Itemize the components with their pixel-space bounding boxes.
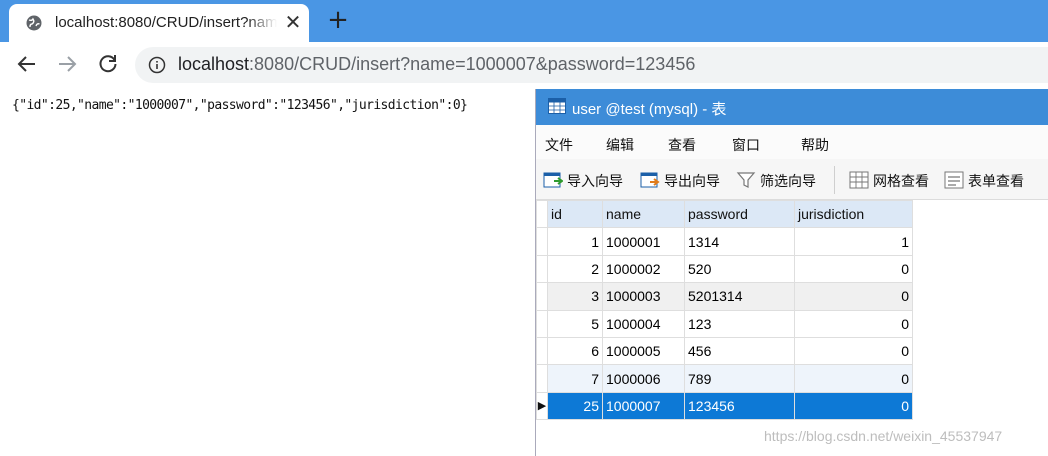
table-row[interactable]: 1 1000001 1314 1 bbox=[536, 227, 913, 256]
export-wizard-label: 导出向导 bbox=[664, 174, 720, 190]
cell-id[interactable]: 6 bbox=[547, 336, 603, 366]
cell-name[interactable]: 1000001 bbox=[602, 227, 685, 256]
menu-window[interactable]: 窗口 bbox=[732, 135, 760, 155]
row-marker bbox=[536, 254, 548, 284]
json-response: {"id":25,"name":"1000007","password":"12… bbox=[12, 98, 468, 113]
cell-id[interactable]: 2 bbox=[547, 254, 603, 284]
header-row: id name password jurisdiction bbox=[536, 199, 913, 229]
menu-bar: 文件 编辑 查看 窗口 帮助 bbox=[536, 125, 1048, 159]
url-host: localhost bbox=[178, 54, 250, 74]
new-tab-button[interactable]: + bbox=[325, 7, 351, 33]
cell-jurisdiction[interactable]: 0 bbox=[794, 364, 913, 393]
cell-password[interactable]: 123456 bbox=[684, 391, 795, 421]
column-header-id[interactable]: id bbox=[547, 199, 603, 229]
close-tab-icon[interactable]: ✕ bbox=[281, 10, 305, 34]
selected-row-marker-icon: ▶ bbox=[536, 391, 548, 421]
navicat-window: user @test (mysql) - 表 文件 编辑 查看 窗口 帮助 导入… bbox=[535, 89, 1048, 456]
form-view-label: 表单查看 bbox=[968, 174, 1024, 190]
tab-title: localhost:8080/CRUD/insert?name=1000007&… bbox=[55, 14, 277, 31]
column-header-name[interactable]: name bbox=[602, 199, 685, 229]
row-marker-header bbox=[536, 199, 548, 229]
back-arrow-icon[interactable] bbox=[15, 52, 39, 76]
browser-toolbar: localhost:8080/CRUD/insert?name=1000007&… bbox=[0, 42, 1048, 89]
column-header-password[interactable]: password bbox=[684, 199, 795, 229]
url-path: :8080/CRUD/insert?name=1000007&password=… bbox=[249, 54, 696, 74]
table-row[interactable]: 3 1000003 5201314 0 bbox=[536, 282, 913, 311]
cell-name[interactable]: 1000007 bbox=[602, 391, 685, 421]
export-icon bbox=[640, 172, 660, 188]
table-row-selected[interactable]: ▶ 25 1000007 123456 0 bbox=[536, 391, 913, 421]
cell-id[interactable]: 1 bbox=[547, 227, 603, 256]
watermark: https://blog.csdn.net/weixin_45537947 bbox=[764, 428, 1003, 444]
cell-name[interactable]: 1000003 bbox=[602, 282, 685, 311]
cell-jurisdiction[interactable]: 0 bbox=[794, 391, 913, 421]
cell-jurisdiction[interactable]: 0 bbox=[794, 336, 913, 366]
cell-jurisdiction[interactable]: 0 bbox=[794, 282, 913, 311]
cell-name[interactable]: 1000006 bbox=[602, 364, 685, 393]
navicat-titlebar: user @test (mysql) - 表 bbox=[536, 89, 1048, 125]
filter-wizard-label: 筛选向导 bbox=[760, 174, 816, 190]
table-row[interactable]: 5 1000004 123 0 bbox=[536, 309, 913, 338]
user-table: id name password jurisdiction 1 1000001 … bbox=[536, 199, 913, 421]
cell-password[interactable]: 789 bbox=[684, 364, 795, 393]
reload-icon[interactable] bbox=[96, 52, 120, 76]
cell-password[interactable]: 1314 bbox=[684, 227, 795, 256]
menu-edit[interactable]: 编辑 bbox=[606, 135, 634, 155]
menu-file[interactable]: 文件 bbox=[545, 135, 573, 155]
data-grid: id name password jurisdiction 1 1000001 … bbox=[536, 199, 913, 421]
window-title: user @test (mysql) - 表 bbox=[572, 101, 727, 118]
grid-icon bbox=[849, 171, 869, 189]
cell-name[interactable]: 1000005 bbox=[602, 336, 685, 366]
browser-tab[interactable]: localhost:8080/CRUD/insert?name=1000007&… bbox=[9, 4, 309, 42]
row-marker bbox=[536, 364, 548, 393]
row-marker bbox=[536, 336, 548, 366]
navicat-toolbar: 导入向导 导出向导 筛选向导 网格查看 表单查看 bbox=[536, 159, 1048, 200]
cell-password[interactable]: 456 bbox=[684, 336, 795, 366]
cell-id[interactable]: 3 bbox=[547, 282, 603, 311]
menu-help[interactable]: 帮助 bbox=[801, 135, 829, 155]
table-row[interactable]: 7 1000006 789 0 bbox=[536, 364, 913, 393]
cell-name[interactable]: 1000002 bbox=[602, 254, 685, 284]
address-bar[interactable]: localhost:8080/CRUD/insert?name=1000007&… bbox=[135, 47, 1048, 83]
import-wizard-label: 导入向导 bbox=[567, 174, 623, 190]
cell-jurisdiction[interactable]: 0 bbox=[794, 254, 913, 284]
form-icon bbox=[944, 171, 964, 189]
column-header-jurisdiction[interactable]: jurisdiction bbox=[794, 199, 913, 229]
forward-arrow-icon[interactable] bbox=[55, 52, 79, 76]
table-row[interactable]: 2 1000002 520 0 bbox=[536, 254, 913, 284]
table-row[interactable]: 6 1000005 456 0 bbox=[536, 336, 913, 366]
cell-id[interactable]: 7 bbox=[547, 364, 603, 393]
import-icon bbox=[543, 172, 563, 188]
browser-tabstrip: localhost:8080/CRUD/insert?name=1000007&… bbox=[0, 0, 1048, 42]
table-icon bbox=[548, 98, 566, 114]
row-marker bbox=[536, 227, 548, 256]
cell-password[interactable]: 520 bbox=[684, 254, 795, 284]
row-marker bbox=[536, 309, 548, 338]
cell-id[interactable]: 25 bbox=[547, 391, 603, 421]
info-icon[interactable] bbox=[148, 56, 166, 74]
menu-view[interactable]: 查看 bbox=[668, 135, 696, 155]
cell-jurisdiction[interactable]: 0 bbox=[794, 309, 913, 338]
row-marker bbox=[536, 282, 548, 311]
cell-password[interactable]: 5201314 bbox=[684, 282, 795, 311]
toolbar-separator bbox=[834, 166, 835, 194]
cell-id[interactable]: 5 bbox=[547, 309, 603, 338]
globe-icon bbox=[26, 15, 42, 31]
tab-title-fade bbox=[247, 10, 277, 36]
cell-name[interactable]: 1000004 bbox=[602, 309, 685, 338]
cell-jurisdiction[interactable]: 1 bbox=[794, 227, 913, 256]
grid-view-label: 网格查看 bbox=[873, 174, 929, 190]
url-text[interactable]: localhost:8080/CRUD/insert?name=1000007&… bbox=[178, 54, 695, 75]
cell-password[interactable]: 123 bbox=[684, 309, 795, 338]
filter-icon bbox=[736, 172, 756, 188]
